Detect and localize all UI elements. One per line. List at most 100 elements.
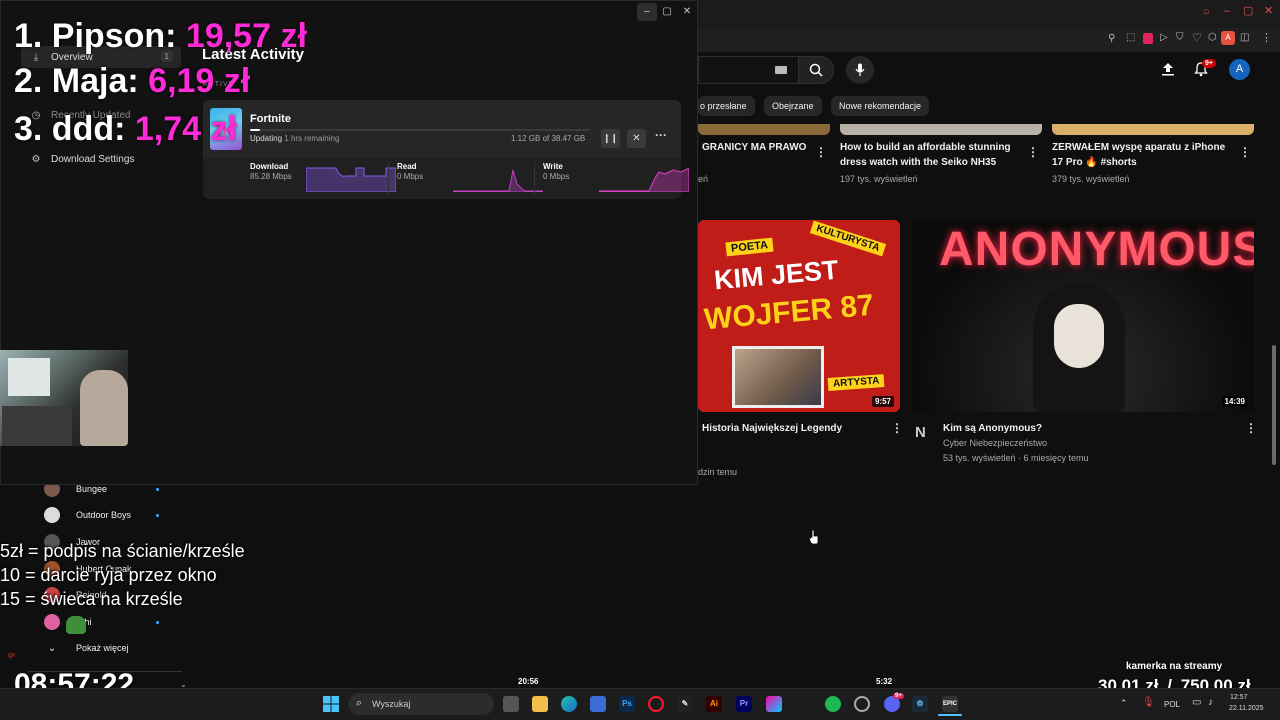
photoshop-icon[interactable]: Ps [619, 696, 635, 712]
minimize-icon[interactable]: – [1224, 5, 1230, 17]
video-duration: 9:57 [871, 396, 894, 407]
minimize-button[interactable]: – [637, 3, 657, 21]
search-icon[interactable]: ○ [1203, 6, 1210, 18]
close-icon[interactable]: ✕ [1264, 4, 1273, 17]
channel-name[interactable]: Cyber Niebezpieczeństwo [943, 438, 1047, 448]
video-meta: 379 tys. wyświetleń [1052, 174, 1130, 184]
play-icon[interactable]: ▷ [1160, 32, 1168, 43]
profile-icon[interactable]: A [1221, 31, 1235, 45]
premiere-icon[interactable]: Pr [736, 696, 752, 712]
heart-icon[interactable]: ♡ [1192, 31, 1202, 44]
stat-read: Read 0 Mbps [397, 162, 547, 195]
opera-gx-icon[interactable] [648, 696, 664, 712]
store-icon[interactable] [590, 696, 606, 712]
menu-icon[interactable]: ⋮ [1261, 31, 1272, 44]
chip-watched[interactable]: Obejrzane [764, 96, 822, 116]
illustrator-icon[interactable]: Ai [706, 696, 722, 712]
more-icon[interactable]: ⋮ [1027, 145, 1039, 159]
new-content-dot [156, 621, 159, 624]
more-icon[interactable]: ⋮ [891, 421, 903, 435]
window-light [8, 358, 50, 396]
search-placeholder: Wyszukaj [372, 699, 411, 709]
write-graph [599, 167, 689, 192]
more-options-icon[interactable]: ··· [655, 128, 667, 142]
nav-download-settings[interactable]: ⚙ Download Settings [21, 148, 181, 170]
epic-games-icon[interactable]: EPIC [942, 696, 958, 712]
channel-avatar [44, 614, 60, 630]
volume-icon[interactable]: ♪ [1208, 697, 1213, 708]
pocket-icon[interactable] [1143, 33, 1153, 44]
show-more-button[interactable]: ⌄ Pokaż więcej [44, 638, 129, 658]
upload-icon[interactable] [1160, 61, 1176, 77]
file-explorer-icon[interactable] [532, 696, 548, 712]
voice-search-button[interactable] [846, 56, 874, 84]
stat-download: Download 85.28 Mbps [250, 162, 400, 195]
video-title[interactable]: Kim są Anonymous? [943, 421, 1042, 436]
app-icon[interactable]: ✎ [677, 696, 693, 712]
video-thumbnail[interactable] [840, 124, 1042, 135]
new-content-dot [156, 514, 159, 517]
video-title[interactable]: How to build an affordable stunning [840, 140, 1011, 155]
chevron-down-icon: ⌄ [47, 642, 57, 654]
browser-titlebar: ○ – ▢ ✕ [698, 0, 1280, 28]
thumb-text: WOJFER 87 [702, 288, 876, 337]
network-icon[interactable]: ▭ [1192, 697, 1201, 708]
notification-badge: 9+ [1202, 59, 1216, 68]
more-icon[interactable]: ⋮ [1239, 145, 1251, 159]
pin-icon[interactable]: ⚲ [1108, 33, 1115, 44]
video-title[interactable]: ZERWAŁEM wyspę aparatu z iPhone [1052, 140, 1225, 155]
download-graph [306, 167, 396, 192]
chip-uploaded[interactable]: o przesłane [698, 96, 755, 116]
edge-icon[interactable] [561, 696, 577, 712]
video-title[interactable]: GRANICY MA PRAWO [702, 140, 806, 155]
video-thumbnail[interactable] [698, 124, 830, 135]
chevron-up-icon[interactable]: ⌃ [1120, 698, 1128, 709]
subscription-item[interactable]: Outdoor Boys [44, 505, 131, 525]
system-time[interactable]: 12:57 [1230, 694, 1248, 701]
chip-new-recommendations[interactable]: Nowe rekomendacje [831, 96, 930, 116]
microphone-icon[interactable]: 🎙 [1142, 697, 1155, 708]
sidebar-icon[interactable]: ◫ [1240, 32, 1249, 43]
more-icon[interactable]: ⋮ [815, 145, 827, 159]
show-more-label: Pokaż więcej [76, 643, 129, 653]
nav-label: Download Settings [51, 153, 135, 165]
discord-badge: 9+ [893, 693, 904, 699]
cancel-button[interactable]: ✕ [627, 129, 646, 148]
system-date[interactable]: 22.11.2025 [1229, 705, 1264, 712]
video-thumbnail[interactable] [1052, 124, 1254, 135]
thumb-badge: KULTURYSTA [809, 220, 887, 257]
maximize-button[interactable]: ▢ [657, 3, 677, 21]
pause-icon: ❙❙ [602, 133, 619, 143]
spotify-icon[interactable] [825, 696, 841, 712]
video-title-line2[interactable]: dress watch with the Seiko NH35 [840, 155, 996, 170]
search-button[interactable] [798, 56, 834, 84]
donation-rule-2: 10 = darcie ryja przez okno [0, 565, 217, 585]
progress-fill [250, 129, 261, 131]
extensions-icon[interactable]: ⬡ [1208, 32, 1217, 43]
steam-icon[interactable]: ⚙ [912, 696, 928, 712]
more-icon[interactable]: ⋮ [1245, 421, 1257, 435]
close-button[interactable]: ✕ [677, 3, 697, 21]
avatar[interactable]: A [1229, 59, 1250, 80]
video-title-line2[interactable]: 17 Pro 🔥 #shorts [1052, 155, 1137, 170]
keyboard-icon[interactable] [775, 66, 787, 74]
video-thumbnail-wojfer[interactable]: POETA KULTURYSTA KIM JEST WOJFER 87 ARTY… [698, 220, 900, 412]
windows-start-icon[interactable] [323, 696, 339, 712]
video-thumbnail-anonymous[interactable]: ANONYMOUS 14:39 [911, 220, 1254, 412]
video-title[interactable]: Historia Największej Legendy [702, 421, 842, 436]
shield-icon[interactable]: ⛉ [1176, 32, 1184, 43]
guy-fawkes-mask [1054, 304, 1104, 368]
taskbar-search[interactable]: ⌕ Wyszukaj [348, 693, 494, 715]
pause-button[interactable]: ❙❙ [601, 129, 620, 148]
scrollbar[interactable] [1272, 345, 1276, 465]
task-view-icon[interactable] [503, 696, 519, 712]
search-input[interactable] [698, 56, 798, 84]
capture-icon[interactable]: ⬚ [1126, 32, 1135, 43]
creative-cloud-icon[interactable] [766, 696, 782, 712]
restore-icon[interactable]: ▢ [1243, 4, 1253, 17]
channel-logo[interactable]: N [915, 424, 926, 441]
obs-icon[interactable] [854, 696, 870, 712]
language-indicator[interactable]: POL [1164, 700, 1180, 709]
divider [534, 162, 535, 195]
webcam-feed [0, 350, 128, 446]
